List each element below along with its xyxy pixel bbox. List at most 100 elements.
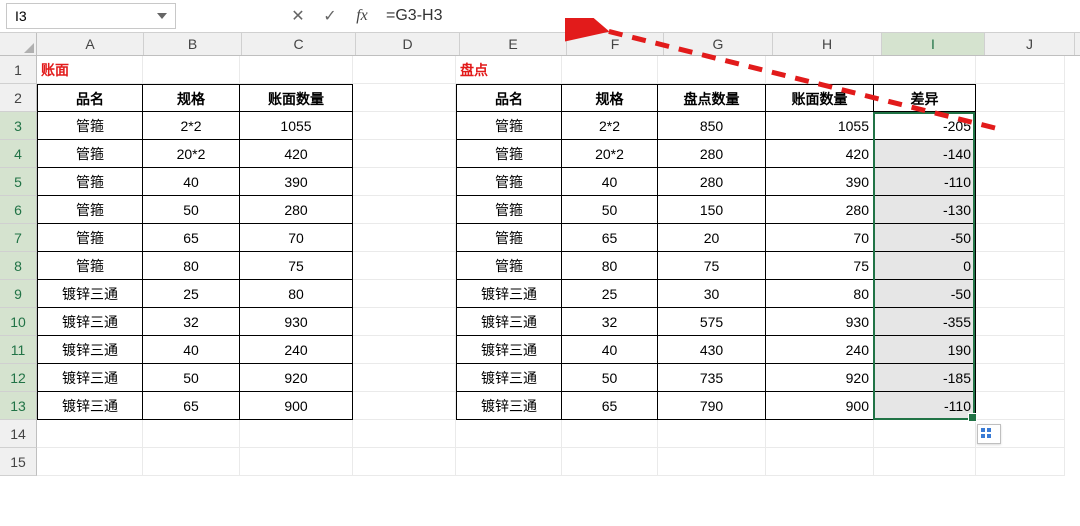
cell[interactable]: 920: [240, 364, 353, 392]
row-header[interactable]: 7: [0, 224, 37, 252]
cell[interactable]: 品名: [456, 84, 562, 112]
cell[interactable]: 50: [143, 364, 240, 392]
cell[interactable]: 70: [240, 224, 353, 252]
cell-empty[interactable]: [976, 336, 1065, 364]
cell-empty[interactable]: [976, 196, 1065, 224]
cell[interactable]: -185: [874, 364, 976, 392]
cell[interactable]: 0: [874, 252, 976, 280]
cell[interactable]: 75: [766, 252, 874, 280]
cell-empty[interactable]: [562, 448, 658, 476]
cell[interactable]: 80: [766, 280, 874, 308]
enter-icon[interactable]: ✓: [314, 3, 346, 29]
cell[interactable]: 420: [240, 140, 353, 168]
cell-empty[interactable]: [353, 308, 456, 336]
cell[interactable]: 280: [240, 196, 353, 224]
col-header-d[interactable]: D: [356, 33, 460, 55]
cell[interactable]: 32: [143, 308, 240, 336]
cell-empty[interactable]: [353, 196, 456, 224]
col-header-c[interactable]: C: [242, 33, 356, 55]
cell-empty[interactable]: [353, 140, 456, 168]
cell[interactable]: 管箍: [456, 224, 562, 252]
cell[interactable]: 900: [766, 392, 874, 420]
col-header-f[interactable]: F: [567, 33, 664, 55]
cell-empty[interactable]: [353, 168, 456, 196]
cell[interactable]: 80: [562, 252, 658, 280]
cell-empty[interactable]: [562, 420, 658, 448]
cell[interactable]: 390: [240, 168, 353, 196]
cell[interactable]: 75: [658, 252, 766, 280]
cell-empty[interactable]: [353, 112, 456, 140]
cell[interactable]: 镀锌三通: [37, 364, 143, 392]
cell-empty[interactable]: [353, 224, 456, 252]
cell[interactable]: 50: [562, 196, 658, 224]
row-header[interactable]: 15: [0, 448, 37, 476]
cell[interactable]: 1055: [766, 112, 874, 140]
cell[interactable]: 管箍: [37, 140, 143, 168]
cell-empty[interactable]: [976, 308, 1065, 336]
cell-empty[interactable]: [353, 364, 456, 392]
cell[interactable]: 镀锌三通: [37, 392, 143, 420]
cell-empty[interactable]: [976, 84, 1065, 112]
cell[interactable]: -205: [874, 112, 976, 140]
cell-empty[interactable]: [562, 56, 658, 84]
cell[interactable]: 280: [658, 140, 766, 168]
autofill-options-button[interactable]: [977, 424, 1001, 444]
cell[interactable]: 40: [143, 336, 240, 364]
fx-icon[interactable]: fx: [346, 3, 378, 29]
cell[interactable]: 管箍: [456, 112, 562, 140]
cell[interactable]: 20*2: [143, 140, 240, 168]
cell[interactable]: 镀锌三通: [456, 336, 562, 364]
cell[interactable]: 790: [658, 392, 766, 420]
cell[interactable]: 280: [658, 168, 766, 196]
row-header[interactable]: 11: [0, 336, 37, 364]
cell[interactable]: -50: [874, 224, 976, 252]
cell[interactable]: 20*2: [562, 140, 658, 168]
cell[interactable]: 50: [143, 196, 240, 224]
cell[interactable]: 240: [766, 336, 874, 364]
cell[interactable]: -110: [874, 168, 976, 196]
chevron-down-icon[interactable]: [157, 13, 167, 19]
row-header[interactable]: 6: [0, 196, 37, 224]
cell-empty[interactable]: [353, 84, 456, 112]
cell[interactable]: 管箍: [37, 112, 143, 140]
cell[interactable]: 150: [658, 196, 766, 224]
cell[interactable]: 930: [240, 308, 353, 336]
cell[interactable]: 盘点: [456, 56, 562, 84]
cell-empty[interactable]: [874, 420, 976, 448]
cell[interactable]: 65: [562, 224, 658, 252]
cell[interactable]: 40: [143, 168, 240, 196]
cell[interactable]: 账面数量: [240, 84, 353, 112]
cell[interactable]: 账面数量: [766, 84, 874, 112]
cell[interactable]: 70: [766, 224, 874, 252]
cell[interactable]: 420: [766, 140, 874, 168]
cell-empty[interactable]: [976, 392, 1065, 420]
cell[interactable]: 规格: [562, 84, 658, 112]
cell-empty[interactable]: [976, 280, 1065, 308]
col-header-a[interactable]: A: [37, 33, 144, 55]
cell-empty[interactable]: [37, 420, 143, 448]
col-header-j[interactable]: J: [985, 33, 1075, 55]
row-header[interactable]: 12: [0, 364, 37, 392]
cell[interactable]: 30: [658, 280, 766, 308]
row-header[interactable]: 4: [0, 140, 37, 168]
cell-empty[interactable]: [658, 56, 766, 84]
cell[interactable]: 2*2: [143, 112, 240, 140]
cell[interactable]: 镀锌三通: [37, 336, 143, 364]
cell-empty[interactable]: [240, 448, 353, 476]
cell-empty[interactable]: [456, 420, 562, 448]
cell[interactable]: 管箍: [37, 168, 143, 196]
cell-empty[interactable]: [874, 56, 976, 84]
cell-empty[interactable]: [976, 364, 1065, 392]
row-header[interactable]: 9: [0, 280, 37, 308]
cell[interactable]: 80: [143, 252, 240, 280]
cell[interactable]: -355: [874, 308, 976, 336]
cell[interactable]: 管箍: [37, 252, 143, 280]
cell[interactable]: 管箍: [456, 196, 562, 224]
cell[interactable]: 65: [143, 224, 240, 252]
cell-empty[interactable]: [976, 112, 1065, 140]
cell[interactable]: 账面: [37, 56, 143, 84]
cell[interactable]: 930: [766, 308, 874, 336]
cell[interactable]: 240: [240, 336, 353, 364]
formula-input[interactable]: [378, 2, 1080, 30]
cell[interactable]: 25: [143, 280, 240, 308]
